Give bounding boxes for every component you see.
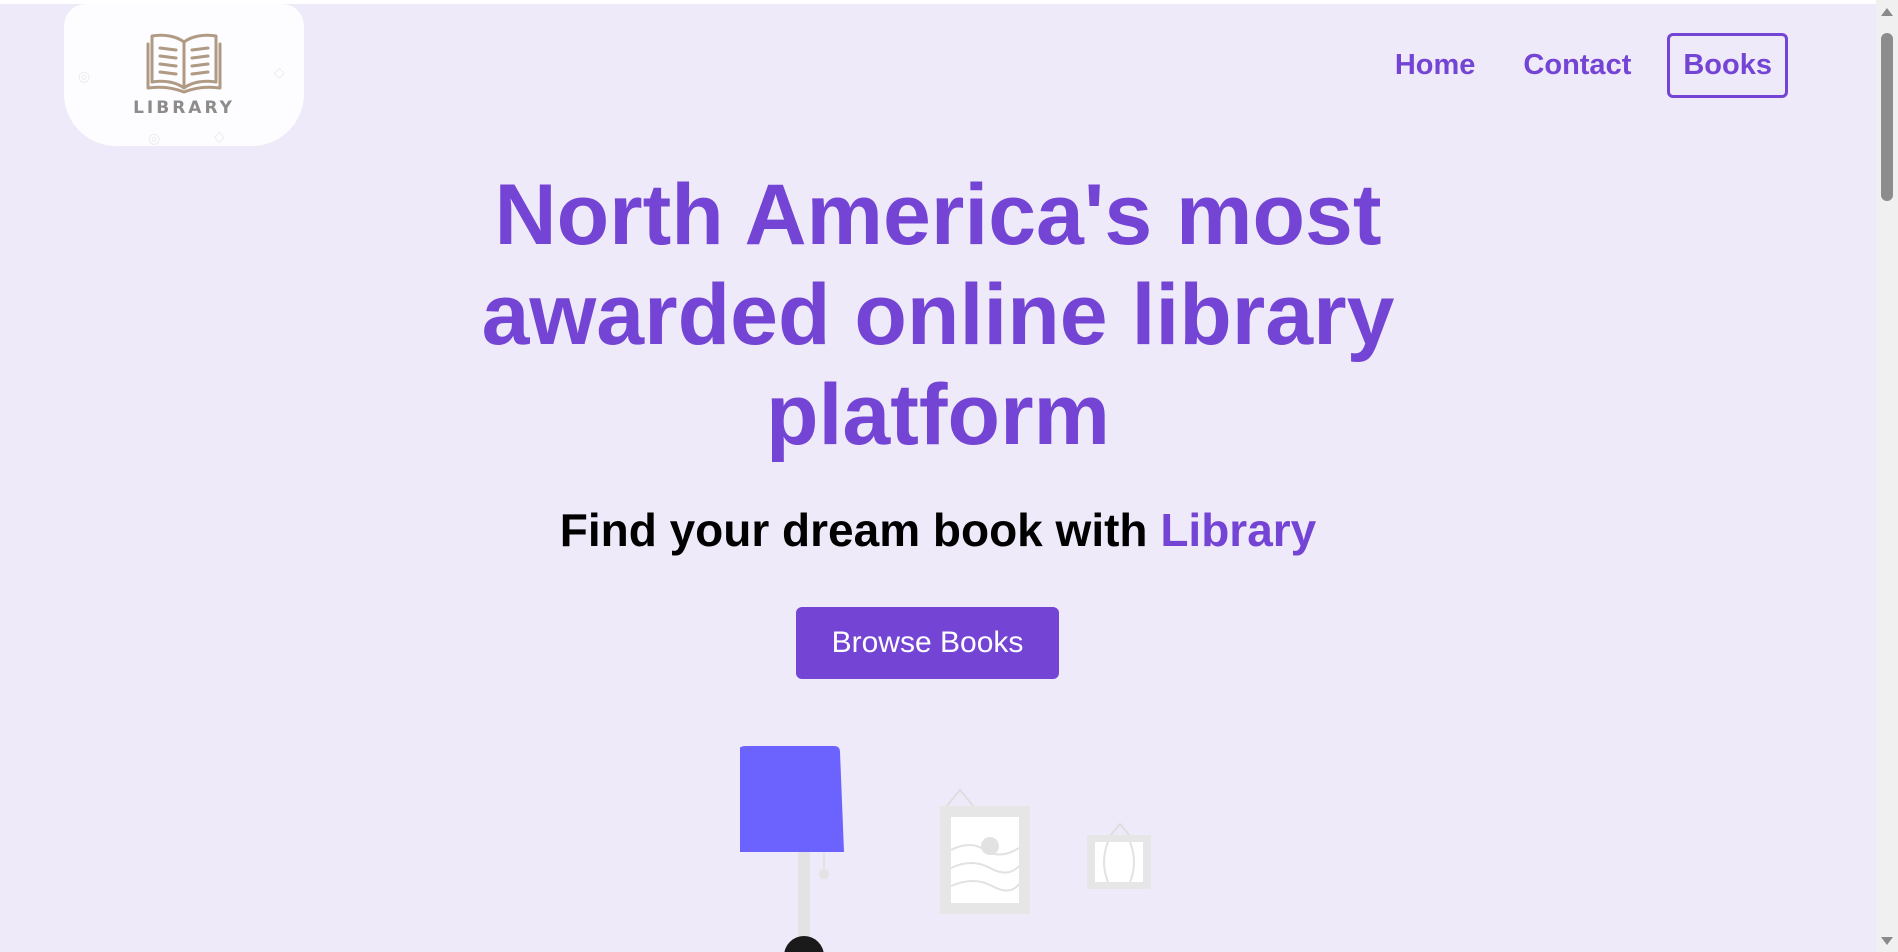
hero-subtitle-text: Find your dream book with (559, 504, 1161, 556)
vertical-scrollbar[interactable] (1876, 0, 1898, 952)
watermark-icon: ◇ (274, 64, 285, 80)
hero-subtitle: Find your dream book with Library (438, 503, 1438, 557)
watermark-icon: ◎ (148, 130, 161, 146)
logo[interactable]: ◎ ◇ ◎ ◇ LIBRARY (64, 4, 304, 146)
hero-title-line: platform (766, 367, 1110, 463)
main-nav: Home Contact Books (1347, 33, 1788, 98)
hero-title-line: North America's most (494, 167, 1382, 263)
browse-books-button[interactable]: Browse Books (796, 607, 1059, 679)
watermark-icon: ◎ (78, 68, 91, 84)
hero-title: North America's most awarded online libr… (438, 165, 1438, 465)
room-illustration: iscard (740, 746, 1151, 952)
scroll-up-arrow-icon[interactable] (1881, 8, 1893, 16)
watermark-icon: ◇ (214, 128, 225, 144)
logo-text: LIBRARY (133, 98, 235, 118)
small-frame-icon: iscard (1087, 822, 1151, 889)
hero-title-line: awarded online library (481, 267, 1395, 363)
nav-books-link[interactable]: Books (1667, 33, 1788, 98)
nav-contact-link[interactable]: Contact (1523, 51, 1631, 80)
picture-frame-icon (940, 788, 1030, 914)
page-viewport: ◎ ◇ ◎ ◇ LIBRARY Home Contact Books North… (0, 0, 1876, 952)
scrollbar-thumb[interactable] (1881, 33, 1893, 201)
hero-subtitle-accent: Library (1160, 504, 1317, 556)
nav-home-link[interactable]: Home (1395, 51, 1476, 80)
scroll-down-arrow-icon[interactable] (1881, 937, 1893, 945)
open-book-icon (146, 33, 222, 94)
lamp-icon (740, 746, 844, 952)
